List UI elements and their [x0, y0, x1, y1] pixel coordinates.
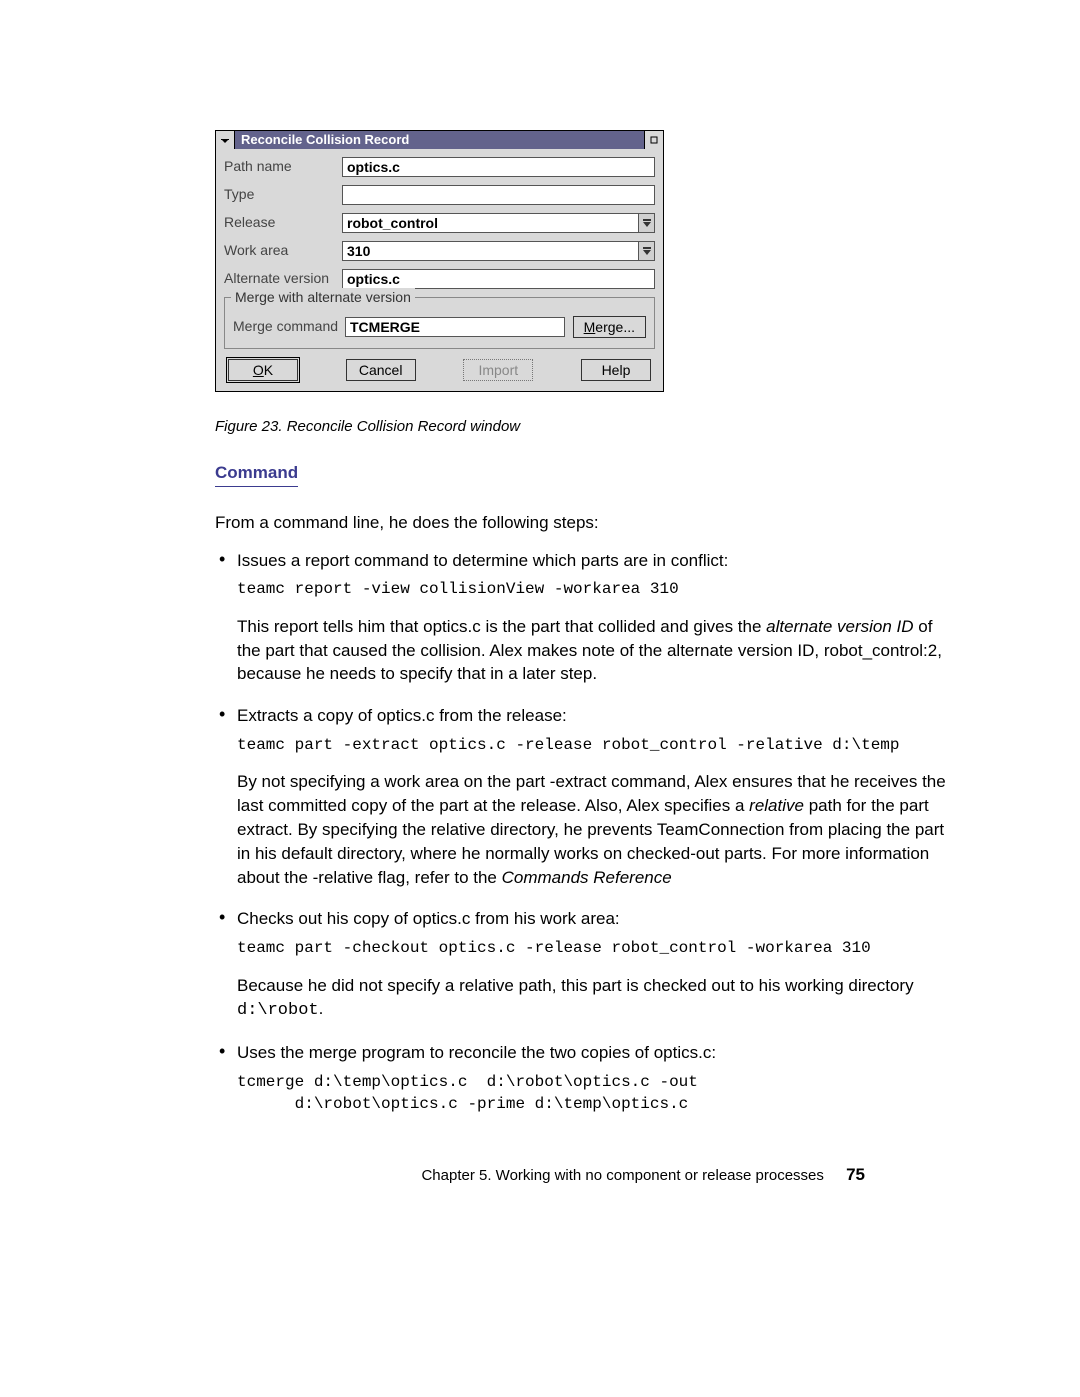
page-footer: Chapter 5. Working with no component or … — [421, 1163, 865, 1187]
section-heading: Command — [215, 461, 298, 487]
step-3: Checks out his copy of optics.c from his… — [215, 907, 955, 1023]
reconcile-collision-dialog: Reconcile Collision Record Path name opt… — [215, 130, 664, 392]
step-4-code: tcmerge d:\temp\optics.c d:\robot\optics… — [237, 1071, 955, 1116]
path-name-field[interactable]: optics.c — [342, 157, 655, 177]
minimize-icon[interactable] — [644, 131, 663, 149]
step-4: Uses the merge program to reconcile the … — [215, 1041, 955, 1116]
step-2-code: teamc part -extract optics.c -release ro… — [237, 734, 955, 756]
step-3-code: teamc part -checkout optics.c -release r… — [237, 937, 955, 959]
footer-page-number: 75 — [846, 1165, 865, 1184]
release-field[interactable]: robot_control — [342, 213, 639, 233]
import-button: Import — [463, 359, 533, 381]
step-2: Extracts a copy of optics.c from the rel… — [215, 704, 955, 889]
step-3-text: Checks out his copy of optics.c from his… — [237, 909, 620, 928]
type-label: Type — [224, 185, 342, 205]
merge-group-legend: Merge with alternate version — [231, 288, 415, 308]
alternate-version-label: Alternate version — [224, 269, 342, 289]
ok-button[interactable]: OK — [228, 359, 298, 381]
dialog-title: Reconcile Collision Record — [235, 131, 644, 149]
help-button[interactable]: Help — [581, 359, 651, 381]
step-2-text: Extracts a copy of optics.c from the rel… — [237, 706, 567, 725]
step-2-para: By not specifying a work area on the par… — [237, 772, 946, 886]
merge-groupbox: Merge with alternate version Merge comma… — [224, 297, 655, 349]
path-name-label: Path name — [224, 157, 342, 177]
title-bar: Reconcile Collision Record — [216, 131, 663, 149]
figure-caption: Figure 23. Reconcile Collision Record wi… — [215, 416, 955, 437]
cancel-button[interactable]: Cancel — [346, 359, 416, 381]
merge-button[interactable]: Merge... — [573, 316, 646, 338]
step-1-text: Issues a report command to determine whi… — [237, 551, 728, 570]
type-field[interactable] — [342, 185, 655, 205]
system-menu-icon[interactable] — [216, 131, 235, 149]
release-label: Release — [224, 213, 342, 233]
step-1-code: teamc report -view collisionView -workar… — [237, 578, 955, 600]
merge-command-label: Merge command — [233, 317, 345, 337]
merge-command-field[interactable]: TCMERGE — [345, 317, 565, 337]
alternate-version-field[interactable]: optics.c — [342, 269, 655, 289]
step-1-para: This report tells him that optics.c is t… — [237, 617, 942, 684]
intro-text: From a command line, he does the followi… — [215, 511, 955, 535]
steps-list: Issues a report command to determine whi… — [215, 549, 955, 1116]
step-3-para: Because he did not specify a relative pa… — [237, 976, 914, 1019]
workarea-field[interactable]: 310 — [342, 241, 639, 261]
release-dropdown-icon[interactable] — [639, 213, 655, 233]
workarea-dropdown-icon[interactable] — [639, 241, 655, 261]
step-1: Issues a report command to determine whi… — [215, 549, 955, 687]
footer-chapter: Chapter 5. Working with no component or … — [421, 1167, 823, 1184]
step-4-text: Uses the merge program to reconcile the … — [237, 1043, 716, 1062]
workarea-label: Work area — [224, 241, 342, 261]
